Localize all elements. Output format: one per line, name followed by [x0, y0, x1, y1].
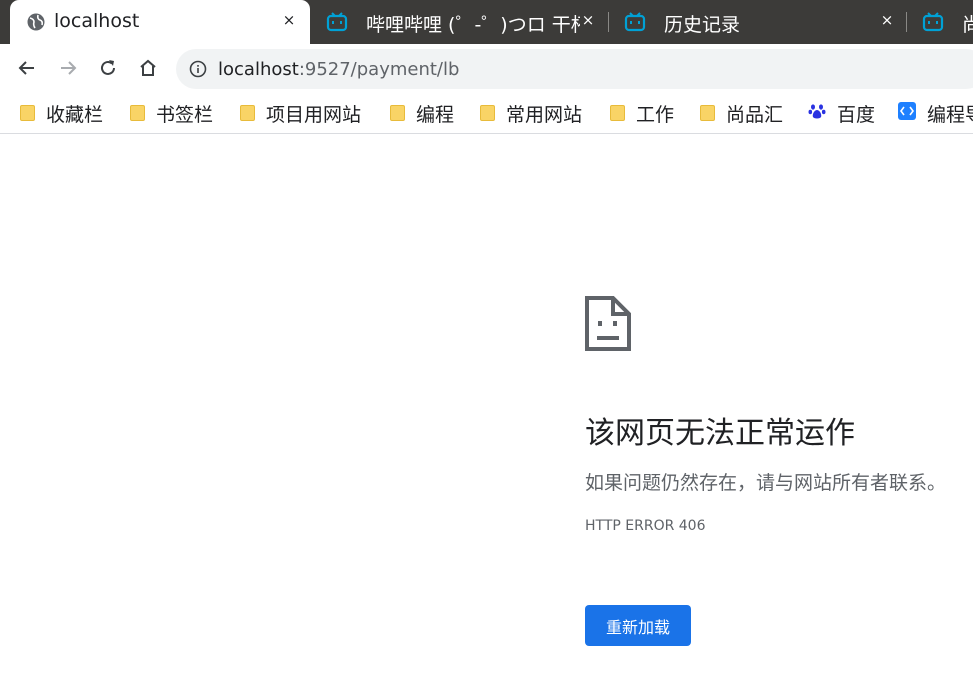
folder-icon [480, 105, 495, 121]
url-text: localhost:9527/payment/lb [218, 59, 459, 80]
tab-title: 历史记录 [664, 14, 741, 36]
bilibili-icon [624, 12, 646, 37]
info-icon[interactable] [189, 60, 207, 82]
tab-localhost[interactable]: localhost × [10, 0, 310, 44]
tab-close-button[interactable]: × [280, 11, 298, 29]
bookmark-code-nav[interactable]: 编程导航 [898, 100, 973, 126]
bookmark-label: 收藏栏 [46, 103, 104, 126]
bookmark-label: 书签栏 [156, 103, 214, 126]
arrow-right-icon [61, 61, 77, 75]
address-bar[interactable]: localhost:9527/payment/lb [176, 49, 973, 89]
toolbar: localhost:9527/payment/lb [0, 44, 973, 92]
home-icon [140, 59, 156, 76]
tab-close-button[interactable]: × [579, 11, 597, 29]
code-nav-icon [898, 101, 916, 125]
bookmark-bookmarks[interactable]: 书签栏 [130, 100, 213, 126]
globe-icon [26, 12, 46, 37]
bookmark-common-sites[interactable]: 常用网站 [480, 100, 582, 126]
bookmark-label: 编程 [416, 103, 455, 126]
tab-title: localhost [54, 10, 140, 32]
reload-icon [101, 60, 115, 75]
bilibili-icon [922, 12, 944, 37]
folder-icon [240, 105, 255, 121]
error-code: HTTP ERROR 406 [585, 518, 706, 534]
bookmark-label: 尚品汇 [726, 103, 784, 126]
back-button[interactable] [15, 56, 39, 80]
page-title: 该网页无法正常运作 [585, 416, 855, 451]
tab-separator [608, 12, 609, 32]
error-description: 如果问题仍然存在，请与网站所有者联系。 [585, 472, 947, 494]
url-host: localhost [218, 59, 299, 80]
tab-title: 尚硅 [962, 14, 973, 36]
folder-icon [130, 105, 145, 121]
bookmark-label: 编程导航 [927, 103, 973, 126]
folder-icon [20, 105, 35, 121]
bookmark-label: 百度 [837, 103, 876, 126]
tab-separator [906, 12, 907, 32]
home-button[interactable] [136, 56, 160, 80]
reload-button[interactable] [96, 56, 120, 80]
url-path: :9527/payment/lb [298, 59, 460, 80]
bookmark-programming[interactable]: 编程 [390, 100, 454, 126]
tab-title: 哔哩哔哩 (゜-゜)つロ 干杯 [366, 14, 580, 36]
bookmark-project-sites[interactable]: 项目用网站 [240, 100, 361, 126]
reload-page-button[interactable]: 重新加载 [585, 605, 691, 646]
tab-strip: localhost × 哔哩哔哩 (゜-゜)つロ 干杯 × 历史记录 × 尚硅 [0, 0, 973, 44]
folder-icon [390, 105, 405, 121]
bookmark-label: 工作 [636, 103, 675, 126]
bookmark-shangpinhui[interactable]: 尚品汇 [700, 100, 783, 126]
bookmark-label: 项目用网站 [266, 103, 362, 126]
bookmark-favorites[interactable]: 收藏栏 [20, 100, 103, 126]
tab-bilibili[interactable]: 哔哩哔哩 (゜-゜)つロ 干杯 × [312, 0, 606, 44]
bookmarks-bar: 收藏栏 书签栏 项目用网站 编程 常用网站 工作 尚品汇 百度 编程导航 [0, 92, 973, 134]
folder-icon [610, 105, 625, 121]
baidu-paw-icon [808, 102, 826, 125]
forward-button[interactable] [56, 56, 80, 80]
sad-page-icon [585, 296, 631, 355]
tab-history[interactable]: 历史记录 × [610, 0, 906, 44]
folder-icon [700, 105, 715, 121]
bookmark-baidu[interactable]: 百度 [808, 100, 875, 126]
bilibili-icon [326, 12, 348, 37]
bookmark-label: 常用网站 [506, 103, 583, 126]
bookmark-work[interactable]: 工作 [610, 100, 674, 126]
tab-shangguigu[interactable]: 尚硅 [908, 0, 973, 44]
tab-close-button[interactable]: × [878, 11, 896, 29]
arrow-left-icon [18, 61, 34, 75]
